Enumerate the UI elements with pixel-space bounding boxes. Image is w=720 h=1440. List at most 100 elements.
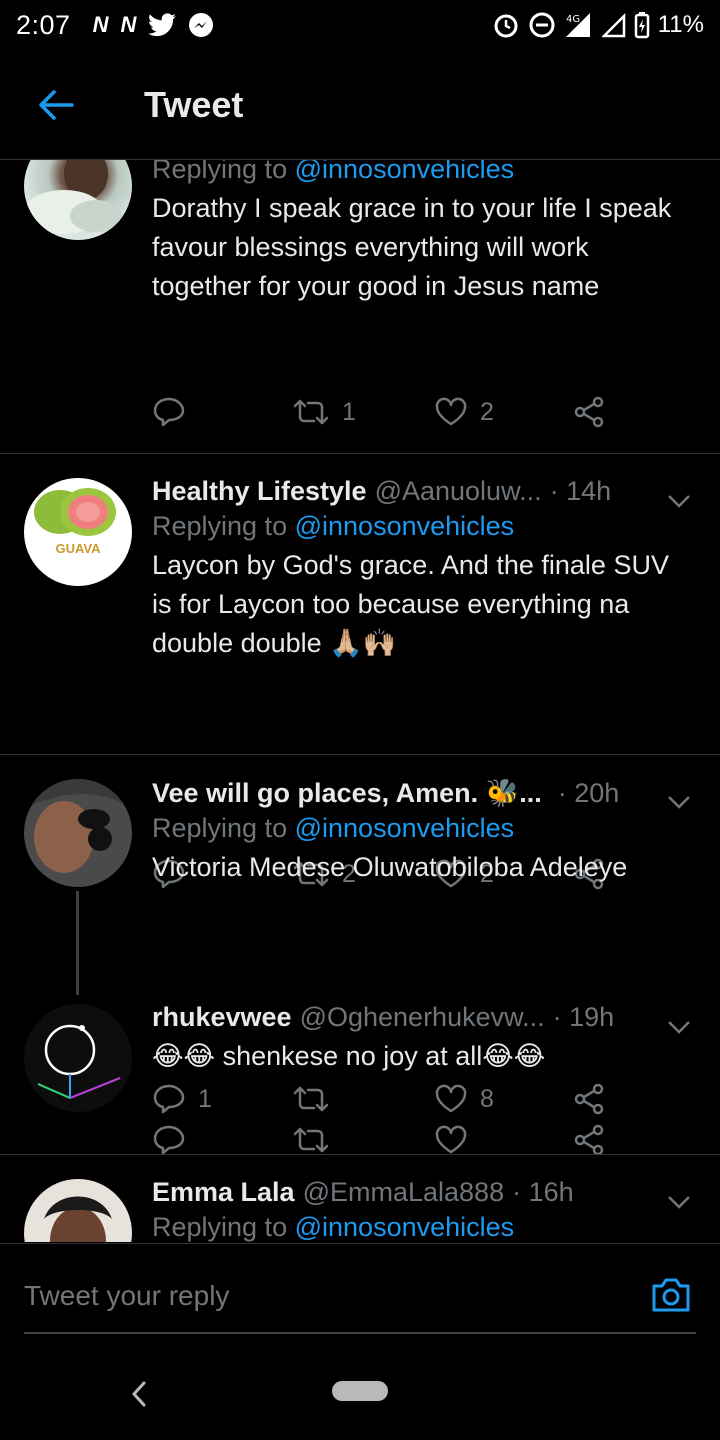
like-button[interactable]: 8 [434, 1084, 574, 1114]
tweet-text: 😂😂 shenkese no joy at all😂😂 [152, 1041, 546, 1071]
tweet-text: Dorathy I speak grace in to your life I … [152, 193, 672, 301]
messenger-icon [189, 13, 214, 37]
share-button[interactable] [574, 1083, 606, 1115]
reply-button[interactable] [152, 396, 292, 428]
heart-icon [435, 1125, 467, 1154]
reply-count: 1 [198, 1084, 212, 1113]
chevron-down-icon[interactable] [666, 1189, 692, 1215]
arrow-left-icon [39, 89, 74, 120]
tweet-time: · 20h [557, 778, 620, 808]
author-name[interactable]: rhukevwee [152, 1002, 292, 1033]
avatar[interactable]: GUAVA [24, 478, 132, 586]
tweet-time: · 16h [512, 1177, 574, 1207]
retweet-button[interactable] [292, 1125, 434, 1155]
heart-icon [435, 1084, 467, 1113]
tweet-text: Laycon by God's grace. And the finale SU… [152, 550, 669, 658]
page-title: Tweet [144, 83, 244, 125]
replying-prefix: Replying to [152, 1212, 288, 1242]
avatar-label: GUAVA [55, 541, 101, 556]
share-button[interactable] [574, 396, 606, 428]
reply-icon [153, 1084, 185, 1114]
retweet-icon [293, 399, 329, 425]
system-nav-bar [0, 1353, 720, 1440]
like-count: 8 [480, 1084, 494, 1113]
top-app-bar: Tweet [0, 50, 720, 160]
reply-icon [153, 397, 185, 427]
retweet-count: 1 [342, 397, 356, 426]
replying-to: Replying to @innosonvehicles [152, 511, 700, 542]
tweet-time: · 14h [549, 476, 612, 506]
replying-prefix: Replying to [152, 160, 288, 184]
input-underline [24, 1332, 696, 1334]
replying-prefix: Replying to [152, 813, 288, 843]
avatar[interactable] [24, 160, 132, 240]
twitter-bird-icon [148, 13, 177, 37]
system-back-icon[interactable] [128, 1379, 150, 1409]
avatar[interactable] [24, 1004, 132, 1112]
author-handle[interactable]: @EmmaLala888 [303, 1177, 505, 1208]
author-name[interactable]: Vee will go places, Amen. 🐝... [152, 777, 542, 809]
alarm-icon [494, 14, 518, 38]
like-count: 2 [480, 397, 494, 426]
replying-to: Replying to @innosonvehicles [152, 813, 700, 844]
share-icon [574, 396, 604, 428]
notification-app-icon: N [120, 12, 137, 37]
divider [0, 1154, 720, 1155]
mention-link[interactable]: @innosonvehicles [295, 511, 515, 541]
reply-input[interactable]: Tweet your reply [24, 1280, 229, 1312]
signal-4g-icon: 4G [565, 13, 590, 37]
avatar[interactable] [24, 779, 132, 887]
status-time: 2:07 [16, 9, 71, 40]
back-button[interactable] [26, 75, 86, 135]
retweet-icon [293, 1127, 329, 1153]
tweet-actions: 1 8 [152, 1079, 622, 1119]
like-button[interactable]: 2 [434, 397, 574, 427]
mention-link[interactable]: @innosonvehicles [295, 813, 515, 843]
tweet-actions: 1 2 [152, 392, 622, 432]
author-name[interactable]: Healthy Lifestyle [152, 476, 367, 507]
author-name[interactable]: Emma Lala [152, 1177, 295, 1208]
tweet-meta: Emma Lala @EmmaLala888 · 16h [152, 1177, 700, 1208]
replying-to: Replying to @innosonvehicles [152, 160, 700, 185]
tweet-time: · 19h [552, 1002, 615, 1032]
retweet-button[interactable] [292, 1084, 434, 1114]
tweet-text: Victoria Medese Oluwatobiloba Adeleye [152, 852, 628, 882]
status-right: 4G 11% [492, 11, 704, 39]
thread-line [76, 891, 79, 995]
tweet-meta: Vee will go places, Amen. 🐝... · 20h [152, 777, 700, 809]
author-handle[interactable]: @Oghenerhukevw... [300, 1002, 545, 1033]
divider [0, 453, 720, 454]
home-pill[interactable] [332, 1381, 388, 1401]
battery-icon [634, 12, 649, 39]
camera-icon[interactable] [650, 1276, 692, 1314]
author-handle[interactable]: @Aanuoluw... [375, 476, 542, 507]
signal-icon [601, 12, 625, 38]
like-button[interactable] [434, 1125, 574, 1155]
avatar[interactable] [24, 1179, 132, 1242]
replying-prefix: Replying to [152, 511, 288, 541]
status-bar: 2:07 N N 4G 11% [0, 0, 720, 50]
svg-text:4G: 4G [566, 14, 580, 25]
reply-button[interactable] [152, 1124, 292, 1156]
chevron-down-icon[interactable] [666, 789, 692, 815]
tweet-meta: Healthy Lifestyle @Aanuoluw... · 14h [152, 476, 700, 507]
mention-link[interactable]: @innosonvehicles [295, 1212, 515, 1242]
reply-feed[interactable]: Replying to @innosonvehicles Dorathy I s… [0, 160, 720, 1242]
retweet-icon [293, 1086, 329, 1112]
divider [0, 754, 720, 755]
chevron-down-icon[interactable] [666, 1014, 692, 1040]
mention-link[interactable]: @innosonvehicles [295, 160, 515, 184]
share-icon [574, 1083, 604, 1115]
notification-app-icon: N [92, 12, 109, 37]
reply-button[interactable]: 1 [152, 1083, 292, 1115]
battery-percent: 11% [657, 11, 704, 38]
share-icon [574, 1124, 604, 1156]
reply-composer: Tweet your reply [0, 1243, 720, 1353]
do-not-disturb-icon [529, 12, 555, 38]
tweet-meta: rhukevwee @Oghenerhukevw... · 19h [152, 1002, 700, 1033]
share-button[interactable] [574, 1124, 606, 1156]
chevron-down-icon[interactable] [666, 488, 692, 514]
replying-to: Replying to @innosonvehicles [152, 1212, 700, 1242]
notification-icons: N N [93, 12, 215, 38]
retweet-button[interactable]: 1 [292, 397, 434, 427]
